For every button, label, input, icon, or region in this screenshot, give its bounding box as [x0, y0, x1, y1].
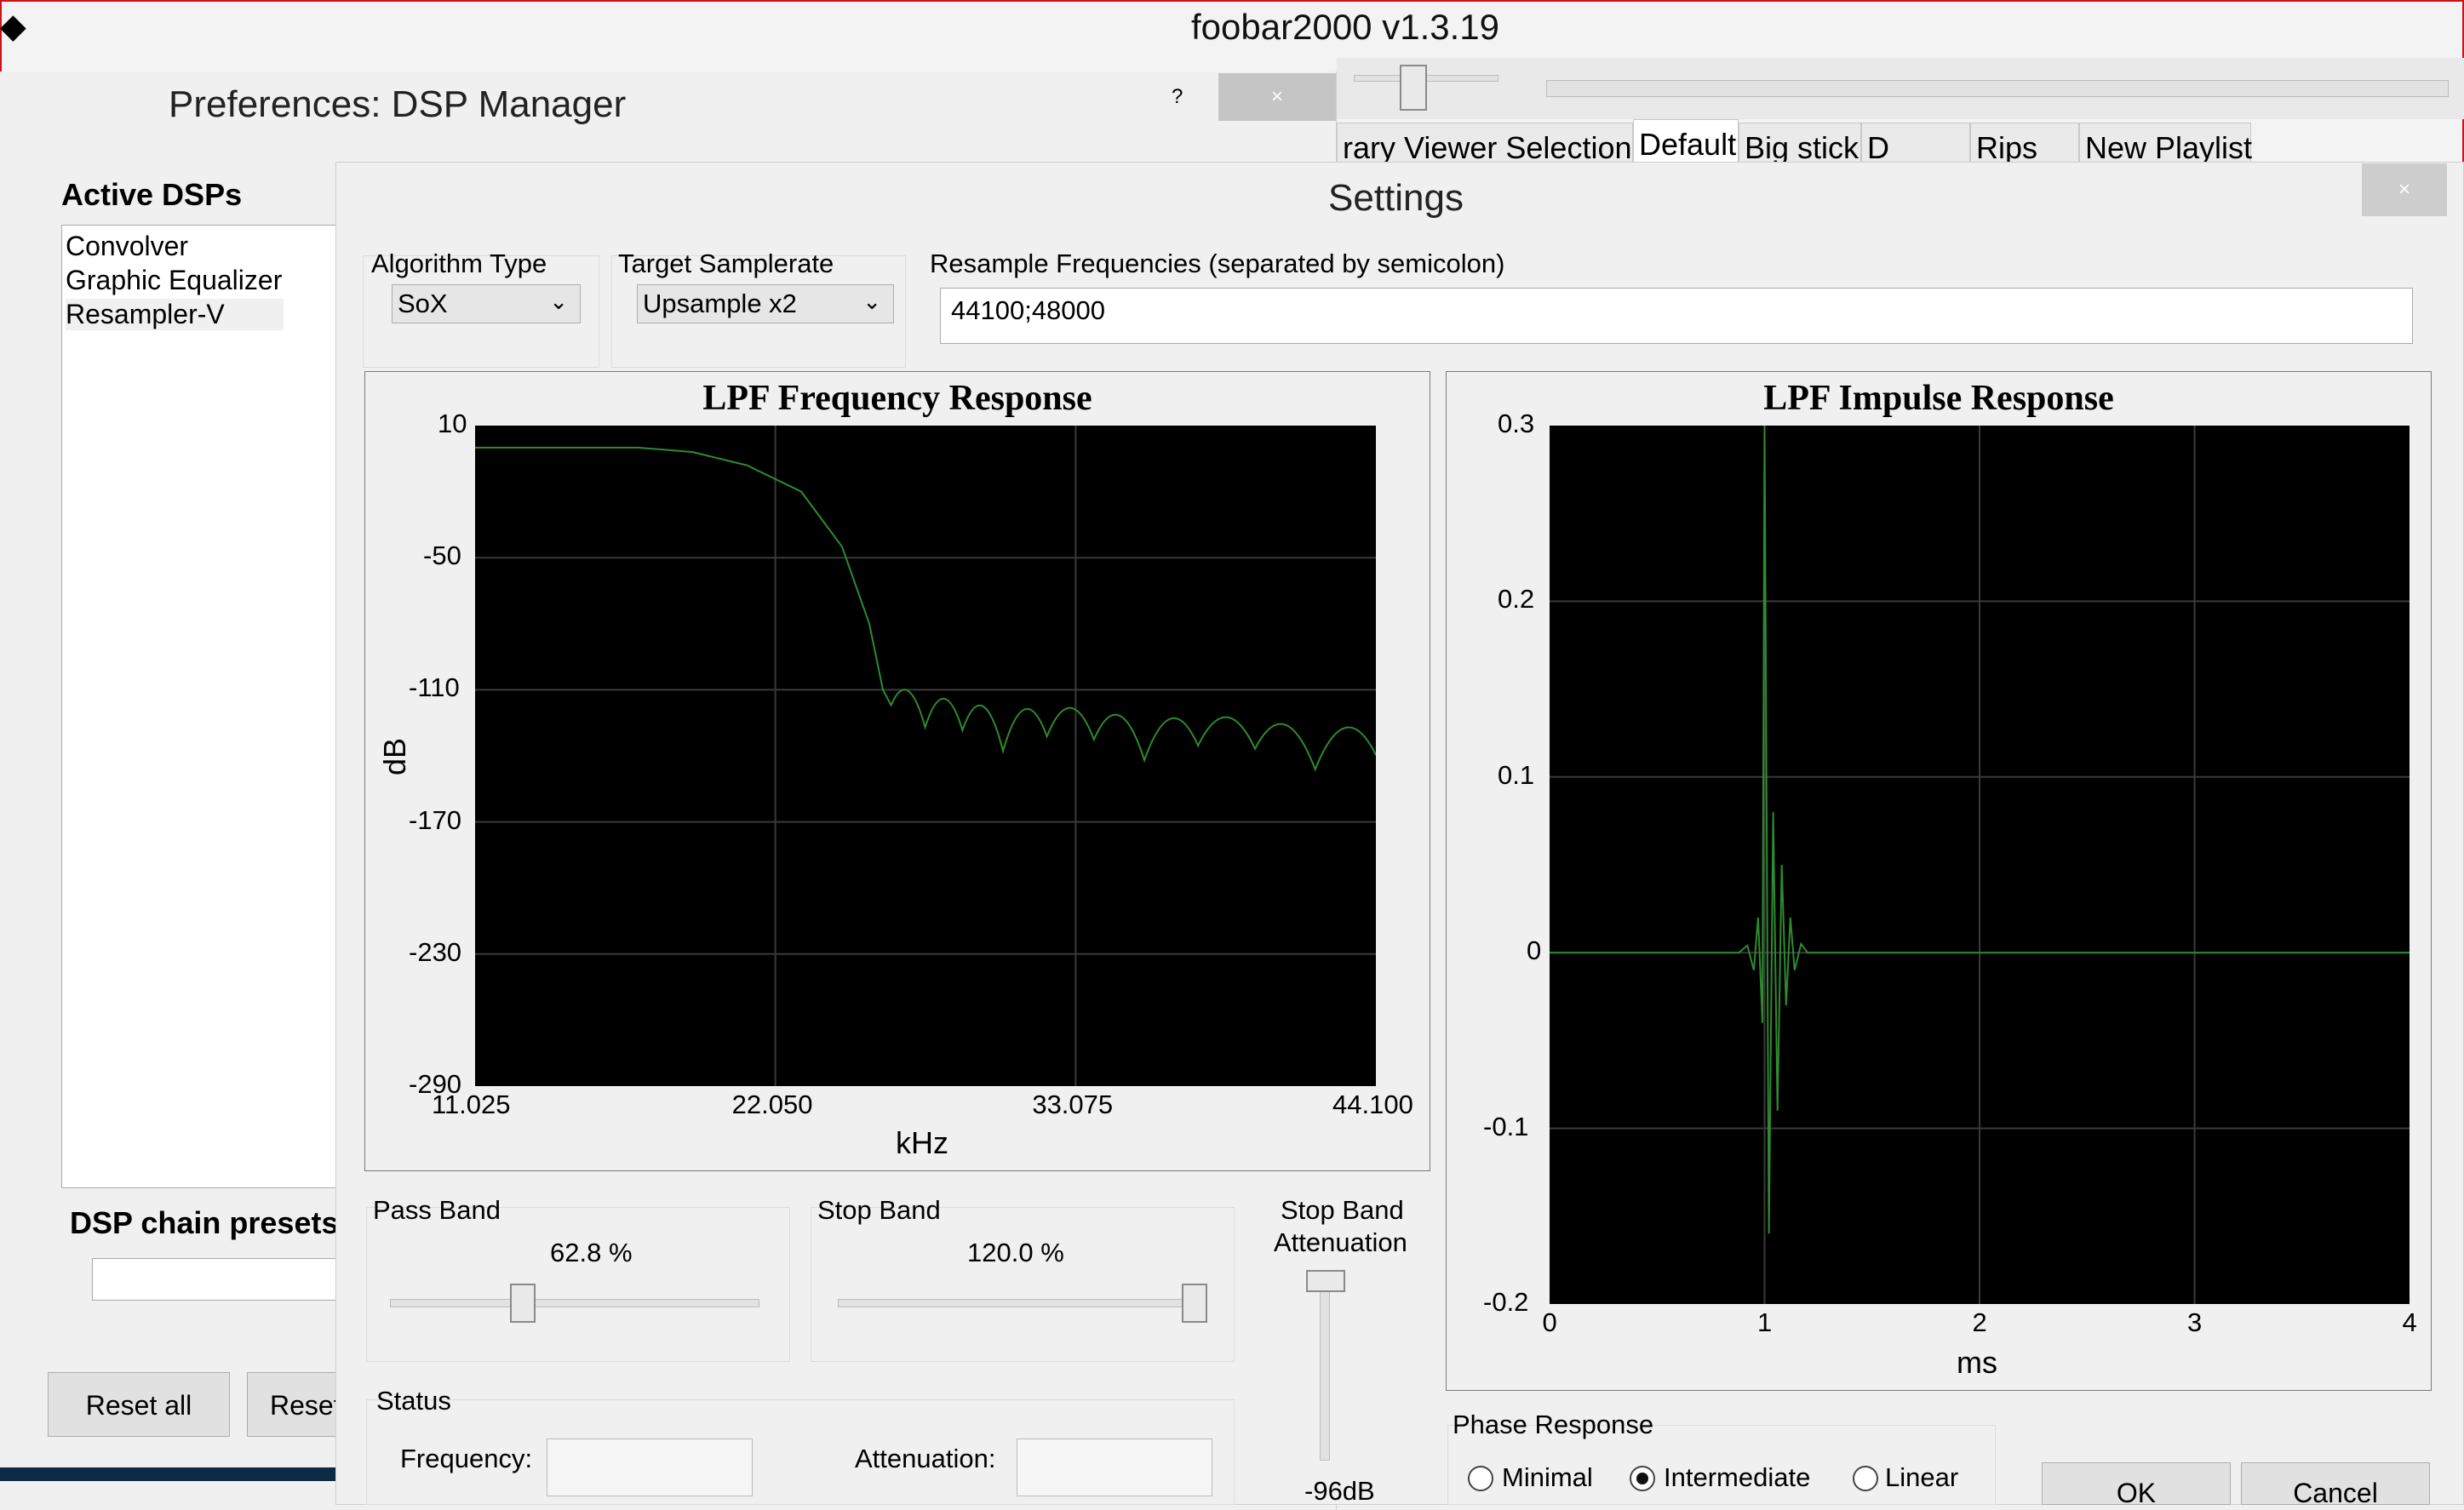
y-tick-label: -230 [409, 936, 462, 967]
preferences-title: Preferences: DSP Manager [169, 83, 627, 125]
y-tick-label: -0.2 [1483, 1287, 1529, 1317]
algorithm-type-select[interactable]: SoX ⌄ [392, 284, 581, 323]
y-tick-label: -50 [423, 541, 461, 571]
impulse-x-axis-label: ms [1957, 1345, 1997, 1380]
pass-band-value: 62.8 % [550, 1238, 633, 1267]
attenuation-slider-thumb[interactable] [1306, 1270, 1345, 1292]
attenuation-value: -96dB [1304, 1476, 1375, 1506]
stop-band-slider[interactable] [838, 1299, 1207, 1307]
phase-linear-radio[interactable] [1853, 1466, 1878, 1491]
settings-title: Settings [1328, 177, 1464, 219]
stop-band-group [811, 1207, 1235, 1362]
status-label: Status [376, 1386, 451, 1416]
attenuation-field-label: Attenuation: [855, 1444, 996, 1473]
active-dsps-list[interactable]: Convolver Graphic Equalizer Resampler-V [61, 225, 342, 1188]
chevron-down-icon: ⌄ [862, 289, 881, 314]
phase-intermediate-label[interactable]: Intermediate [1664, 1462, 1810, 1493]
target-samplerate-value: Upsample x2 [643, 289, 797, 318]
frequency-field-label: Frequency: [400, 1444, 533, 1473]
x-tick-label: 3 [2187, 1307, 2203, 1337]
status-strip [0, 1467, 337, 1481]
dsp-item-convolver[interactable]: Convolver [66, 231, 188, 262]
phase-minimal-label[interactable]: Minimal [1502, 1462, 1593, 1493]
dsp-chain-presets-heading: DSP chain presets [70, 1205, 339, 1240]
foobar-app-icon: ◆ [0, 8, 26, 45]
plot-background [475, 426, 1376, 1086]
stop-band-slider-thumb[interactable] [1182, 1284, 1207, 1323]
algorithm-type-value: SoX [398, 289, 448, 318]
attenuation-status-field [1017, 1439, 1212, 1496]
resample-frequencies-input[interactable]: 44100;48000 [940, 288, 2413, 344]
y-tick-label: 0.2 [1498, 584, 1535, 615]
phase-intermediate-radio[interactable] [1630, 1466, 1655, 1491]
y-tick-label: -170 [409, 804, 462, 835]
frequency-response-plot [475, 426, 1376, 1086]
stop-band-label: Stop Band [817, 1195, 941, 1225]
stop-band-value: 120.0 % [967, 1238, 1064, 1267]
x-tick-label: 0 [1542, 1307, 1557, 1337]
reset-all-button[interactable]: Reset all [48, 1372, 230, 1437]
volume-slider-thumb[interactable] [1400, 65, 1427, 111]
x-tick-label: 33.075 [1032, 1090, 1114, 1119]
y-tick-label: 0.3 [1498, 409, 1535, 438]
y-tick-label: 10 [438, 409, 467, 438]
cancel-button[interactable]: Cancel [2241, 1462, 2430, 1505]
frequency-status-field [547, 1439, 753, 1496]
settings-close-button[interactable]: × [2362, 163, 2447, 216]
target-samplerate-select[interactable]: Upsample x2 ⌄ [637, 284, 894, 323]
frequency-x-axis-label: kHz [896, 1125, 948, 1160]
phase-response-label: Phase Response [1453, 1410, 1654, 1439]
y-tick-label: -290 [409, 1069, 462, 1099]
ok-button[interactable]: OK [2042, 1462, 2231, 1505]
attenuation-slider[interactable] [1320, 1273, 1330, 1461]
frequency-response-title: LPF Frequency Response [702, 379, 1092, 418]
phase-minimal-radio[interactable] [1468, 1466, 1493, 1491]
pass-band-label: Pass Band [373, 1195, 501, 1225]
target-samplerate-label: Target Samplerate [618, 249, 834, 278]
dsp-preset-name-input[interactable] [92, 1258, 347, 1301]
active-dsps-heading: Active DSPs [61, 177, 243, 212]
x-tick-label: 44.100 [1332, 1090, 1413, 1119]
x-tick-label: 2 [1972, 1307, 1987, 1337]
tab-default[interactable]: Default [1633, 119, 1739, 167]
tab-d[interactable]: D [1861, 123, 1970, 165]
dsp-item-graphic-equalizer[interactable]: Graphic Equalizer [66, 265, 282, 296]
app-title: foobar2000 v1.3.19 [1191, 7, 1499, 47]
x-tick-label: 4 [2402, 1307, 2417, 1337]
chevron-down-icon: ⌄ [549, 289, 568, 314]
algorithm-type-label: Algorithm Type [371, 249, 547, 278]
tab-new-playlist[interactable]: New Playlist [2079, 123, 2252, 165]
x-tick-label: 22.050 [731, 1090, 813, 1119]
impulse-response-plot [1550, 426, 2410, 1304]
help-button[interactable]: ? [1172, 85, 1183, 109]
pass-band-slider-thumb[interactable] [510, 1284, 536, 1323]
pass-band-slider[interactable] [390, 1299, 759, 1307]
tab-library-viewer-selection[interactable]: rary Viewer Selection [1337, 123, 1633, 165]
x-tick-label: 1 [1757, 1307, 1773, 1337]
tab-rips[interactable]: Rips [1970, 123, 2079, 165]
frequency-y-axis-label: dB [377, 737, 413, 776]
phase-linear-label[interactable]: Linear [1885, 1462, 1958, 1493]
y-tick-label: -110 [409, 672, 460, 703]
tab-big-stick[interactable]: Big stick [1739, 123, 1861, 165]
attenuation-label-line-2: Attenuation [1274, 1227, 1407, 1257]
dsp-item-resampler-v[interactable]: Resampler-V [66, 299, 284, 330]
y-tick-label: 0 [1527, 935, 1542, 966]
impulse-response-title: LPF Impulse Response [1763, 379, 2114, 418]
seek-bar[interactable] [1546, 80, 2449, 97]
attenuation-label-line-1: Stop Band [1281, 1195, 1404, 1225]
y-tick-label: 0.1 [1498, 759, 1535, 790]
pass-band-group [366, 1207, 790, 1362]
y-tick-label: -0.1 [1483, 1111, 1529, 1141]
preferences-close-button[interactable]: × [1218, 73, 1336, 121]
resample-frequencies-label: Resample Frequencies (separated by semic… [930, 249, 1505, 278]
